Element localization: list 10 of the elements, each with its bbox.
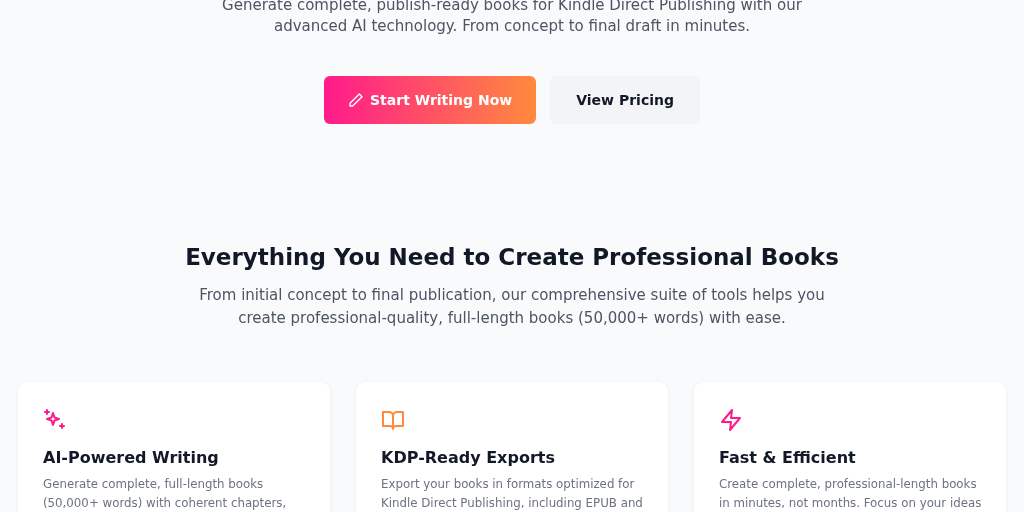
- card-description: Create complete, professional-length books in minutes, not months. Focus on your ideas: [719, 476, 983, 512]
- card-title: Fast & Efficient: [719, 447, 857, 469]
- view-pricing-button[interactable]: View Pricing: [550, 76, 700, 124]
- section-subtitle: From initial concept to final publication, our comprehensive suite of tools helps you create professional-quality, full-length books (50,000+ words) with ease.: [199, 285, 825, 329]
- card-description: Generate complete, full-length books (50,000+ words) with coherent chapters,: [43, 476, 288, 512]
- pencil-icon: [348, 92, 364, 108]
- card-description: Export your books in formats optimized for Kindle Direct Publishing, including EPUB and: [381, 476, 644, 512]
- section-heading: Everything You Need to Create Professional Books: [185, 243, 839, 272]
- card-title: AI-Powered Writing: [43, 447, 220, 469]
- card-title: KDP-Ready Exports: [381, 447, 556, 469]
